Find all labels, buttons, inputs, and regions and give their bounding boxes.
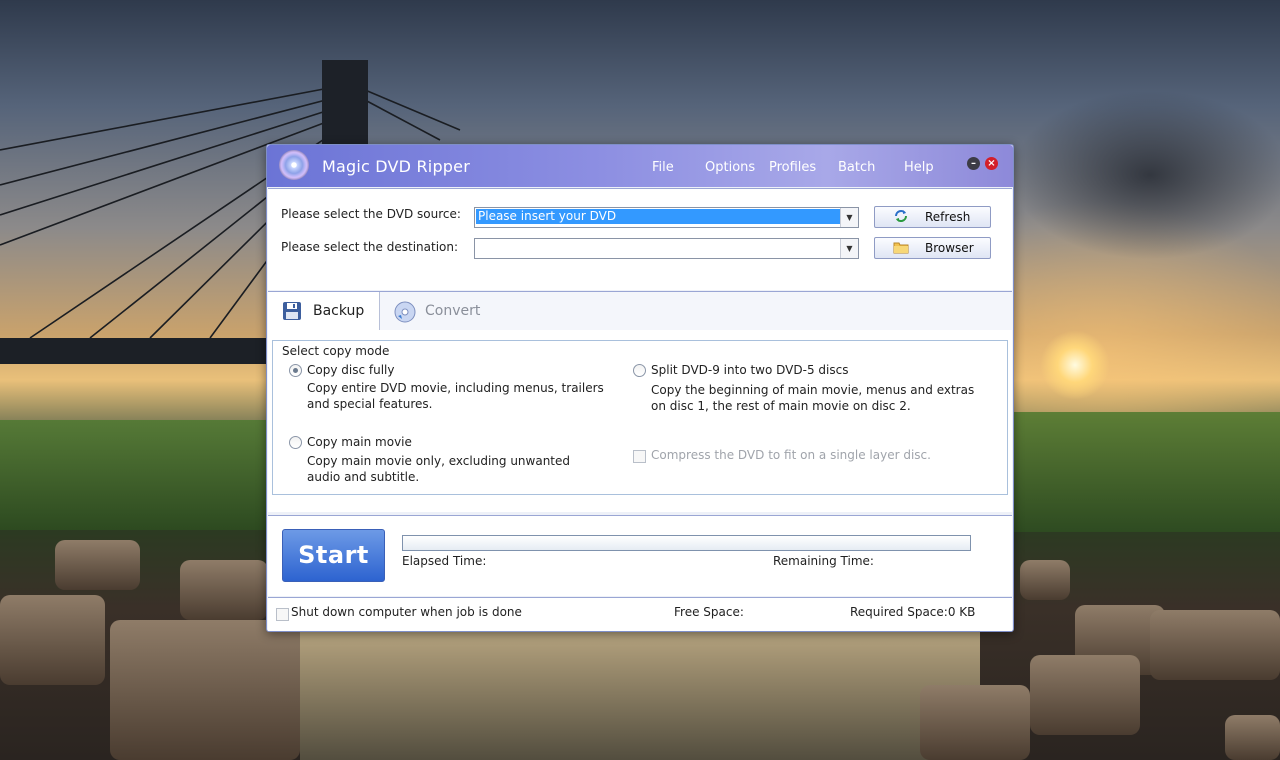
- split-dvd9-radio[interactable]: [633, 364, 646, 377]
- rock: [55, 540, 140, 590]
- rock: [1225, 715, 1280, 760]
- rock: [180, 560, 268, 620]
- bridge-deck: [0, 338, 270, 364]
- menu-options[interactable]: Options: [705, 160, 755, 175]
- disc-convert-icon: [394, 301, 416, 323]
- elapsed-time-label: Elapsed Time:: [402, 554, 487, 568]
- folder-icon: [893, 240, 909, 254]
- split-dvd9-label[interactable]: Split DVD-9 into two DVD-5 discs: [651, 363, 848, 377]
- remaining-time-label: Remaining Time:: [773, 554, 874, 568]
- shutdown-label[interactable]: Shut down computer when job is done: [291, 605, 522, 619]
- rock: [1030, 655, 1140, 735]
- menu-batch[interactable]: Batch: [838, 160, 875, 175]
- mode-tabs: Backup Convert Select copy mode Copy dis…: [268, 291, 1012, 512]
- source-panel: Please select the DVD source: Please ins…: [268, 188, 1012, 290]
- copy-main-movie-desc-line1: Copy main movie only, excluding unwanted: [307, 454, 571, 468]
- copy-disc-fully-desc: Copy entire DVD movie, including menus, …: [307, 380, 604, 412]
- destination-dropdown[interactable]: ▼: [474, 238, 859, 259]
- free-space-label: Free Space:: [674, 605, 744, 619]
- grass-field: [0, 420, 268, 530]
- required-space-label: Required Space:0 KB: [850, 605, 976, 619]
- app-title: Magic DVD Ripper: [322, 157, 470, 176]
- backup-tab-content: Select copy mode Copy disc fully Copy en…: [268, 330, 1012, 512]
- tab-backup-label: Backup: [313, 303, 365, 319]
- copy-main-movie-label[interactable]: Copy main movie: [307, 435, 412, 449]
- dvd-source-label: Please select the DVD source:: [281, 207, 461, 221]
- rock: [920, 685, 1030, 760]
- chevron-down-icon[interactable]: ▼: [840, 208, 858, 227]
- refresh-label: Refresh: [925, 210, 971, 224]
- destination-value: [476, 240, 840, 255]
- tab-backup[interactable]: Backup: [268, 292, 380, 330]
- tab-convert-label: Convert: [425, 303, 481, 319]
- menu-file[interactable]: File: [652, 160, 674, 175]
- split-dvd9-desc-line1: Copy the beginning of main movie, menus …: [651, 383, 975, 397]
- dvd-logo-icon: [279, 150, 309, 180]
- close-icon[interactable]: ×: [985, 157, 998, 170]
- copy-disc-fully-radio[interactable]: [289, 364, 302, 377]
- copy-main-movie-desc: Copy main movie only, excluding unwanted…: [307, 453, 570, 485]
- title-bar[interactable]: Magic DVD Ripper File Options Profiles B…: [267, 145, 1013, 187]
- chevron-down-icon[interactable]: ▼: [840, 239, 858, 258]
- water-pool: [300, 630, 980, 760]
- rock: [110, 620, 300, 760]
- copy-disc-fully-desc-line2: and special features.: [307, 397, 433, 411]
- compress-dvd-checkbox[interactable]: [633, 450, 646, 463]
- refresh-button[interactable]: Refresh: [874, 206, 991, 228]
- split-dvd9-desc-line2: on disc 1, the rest of main movie on dis…: [651, 399, 911, 413]
- rock: [1150, 610, 1280, 680]
- cloud: [1010, 90, 1280, 260]
- rock: [1020, 560, 1070, 600]
- copy-mode-group: Select copy mode Copy disc fully Copy en…: [272, 340, 1008, 495]
- copy-disc-fully-label[interactable]: Copy disc fully: [307, 363, 394, 377]
- sun: [1040, 330, 1110, 400]
- rock: [0, 595, 105, 685]
- status-bar: Shut down computer when job is done Free…: [268, 597, 1012, 631]
- dvd-source-dropdown[interactable]: Please insert your DVD ▼: [474, 207, 859, 228]
- dvd-source-value: Please insert your DVD: [475, 208, 841, 225]
- copy-disc-fully-desc-line1: Copy entire DVD movie, including menus, …: [307, 381, 604, 395]
- progress-bar: [402, 535, 971, 551]
- start-button[interactable]: Start: [282, 529, 385, 582]
- tab-convert[interactable]: Convert: [380, 292, 580, 330]
- browser-button[interactable]: Browser: [874, 237, 991, 259]
- menu-help[interactable]: Help: [904, 160, 934, 175]
- browser-label: Browser: [925, 241, 974, 255]
- progress-panel: Start Elapsed Time: Remaining Time:: [268, 515, 1012, 596]
- copy-main-movie-desc-line2: audio and subtitle.: [307, 470, 420, 484]
- floppy-disk-icon: [282, 301, 302, 321]
- split-dvd9-desc: Copy the beginning of main movie, menus …: [651, 382, 974, 414]
- app-window: Magic DVD Ripper File Options Profiles B…: [266, 144, 1014, 632]
- copy-main-movie-radio[interactable]: [289, 436, 302, 449]
- grass-field: [1012, 412, 1280, 532]
- destination-label: Please select the destination:: [281, 240, 459, 254]
- minimize-icon[interactable]: –: [967, 157, 980, 170]
- shutdown-checkbox[interactable]: [276, 608, 289, 621]
- menu-profiles[interactable]: Profiles: [769, 160, 816, 175]
- compress-dvd-label: Compress the DVD to fit on a single laye…: [651, 448, 931, 462]
- copy-mode-title: Select copy mode: [280, 344, 392, 358]
- refresh-icon: [893, 209, 909, 223]
